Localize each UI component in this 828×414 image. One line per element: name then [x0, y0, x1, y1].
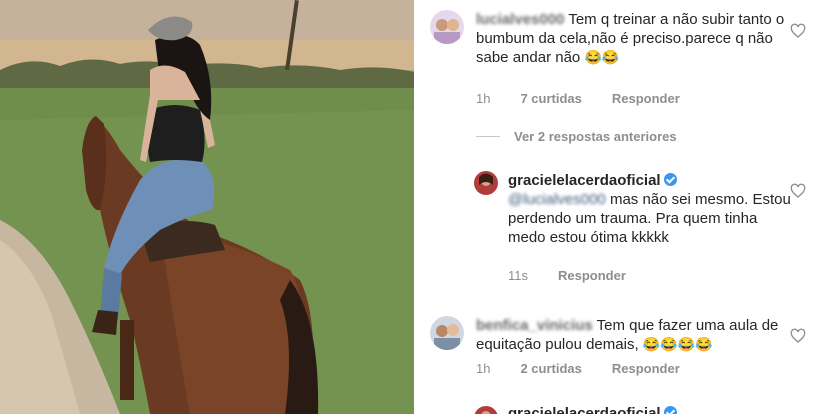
reply-button[interactable]: Responder: [558, 268, 626, 283]
comment-username[interactable]: gracielelacerdaoficial: [508, 405, 661, 414]
comment-time: 11s: [508, 268, 528, 283]
reply-button[interactable]: Responder: [612, 91, 680, 106]
comments-panel: lucialves000 Tem q treinar a não subir t…: [414, 0, 828, 414]
avatar[interactable]: [430, 10, 464, 44]
comment-text: lucialves000 Tem q treinar a não subir t…: [476, 10, 796, 67]
comment-time: 1h: [476, 91, 491, 106]
comment-time: 1h: [476, 361, 491, 376]
avatar[interactable]: [474, 406, 498, 414]
divider: [476, 136, 500, 137]
mention-link[interactable]: @lucialves000: [508, 191, 606, 208]
comment-meta: 1h 7 curtidas Responder: [476, 91, 680, 106]
verified-badge-icon: [663, 173, 677, 186]
comment-meta: 11s Responder: [508, 268, 626, 283]
comment-username[interactable]: gracielelacerdaoficial: [508, 172, 661, 189]
heart-outline-icon[interactable]: [790, 23, 806, 39]
comment-text: benfica_vinicius Tem que fazer uma aula …: [476, 316, 796, 354]
likes-count-button[interactable]: 7 curtidas: [520, 91, 581, 106]
horse-riding-illustration: [0, 0, 414, 414]
comment-username[interactable]: lucialves000: [476, 11, 564, 28]
view-previous-replies[interactable]: Ver 2 respostas anteriores: [476, 129, 677, 144]
view-replies-label: Ver 2 respostas anteriores: [514, 129, 677, 144]
heart-outline-icon[interactable]: [790, 183, 806, 199]
likes-count-button[interactable]: 2 curtidas: [520, 361, 581, 376]
heart-outline-icon[interactable]: [790, 328, 806, 344]
avatar[interactable]: [430, 316, 464, 350]
comment-meta: 1h 2 curtidas Responder: [476, 361, 680, 376]
comment-username[interactable]: benfica_vinicius: [476, 317, 593, 334]
comment-text: gracielelacerdaoficial: [508, 404, 798, 414]
reply-button[interactable]: Responder: [612, 361, 680, 376]
verified-badge-icon: [663, 406, 677, 414]
avatar[interactable]: [474, 171, 498, 195]
emoji-laughing: 😂😂😂😂: [642, 336, 713, 352]
video-still: [0, 0, 414, 414]
comment-text: gracielelacerdaoficial @lucialves000 mas…: [508, 171, 798, 247]
emoji-laughing: 😂😂: [584, 49, 620, 65]
